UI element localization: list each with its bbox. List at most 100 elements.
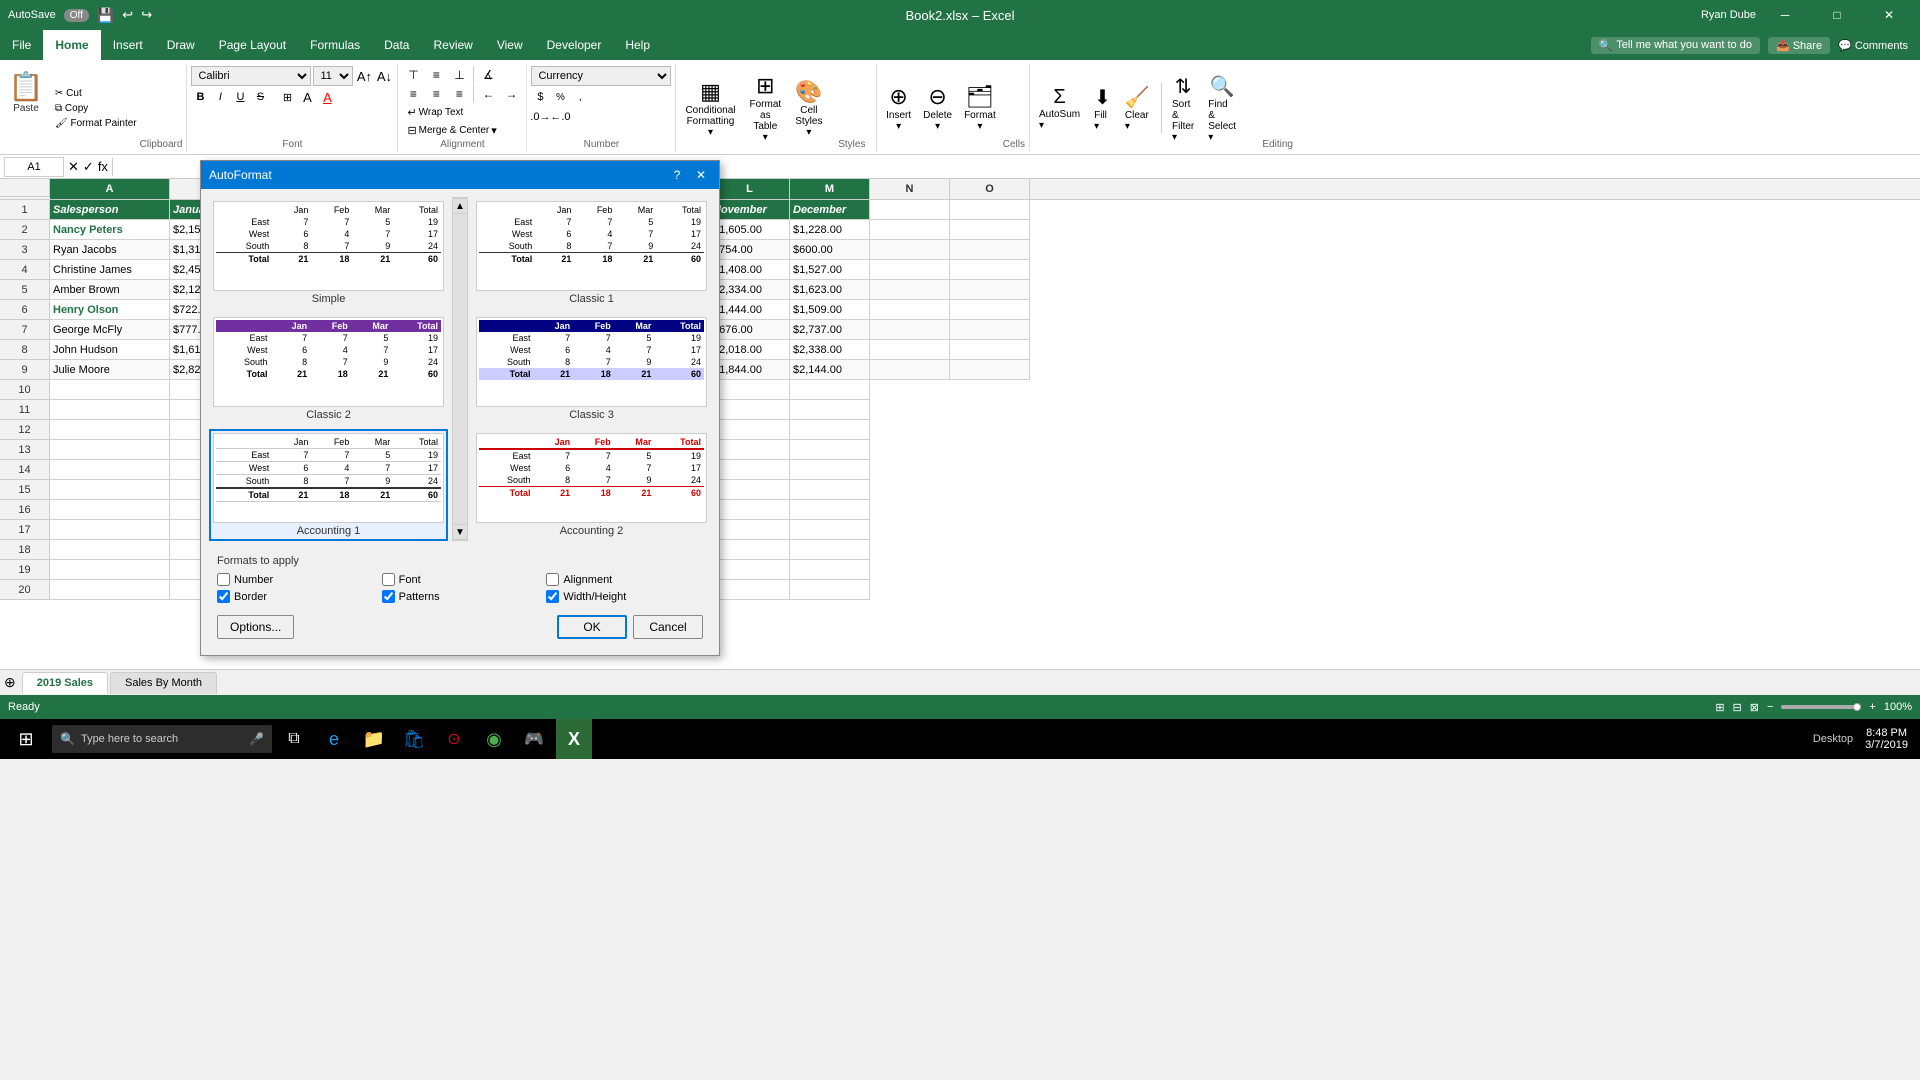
- cell-O4[interactable]: [950, 260, 1030, 280]
- decrease-font-btn[interactable]: A↓: [375, 67, 393, 85]
- normal-view-btn[interactable]: ⊞: [1715, 701, 1724, 714]
- col-header-L[interactable]: L: [710, 179, 790, 199]
- increase-indent-btn[interactable]: →: [500, 85, 522, 103]
- cell-L9[interactable]: $1,844.00: [710, 360, 790, 380]
- minimize-button[interactable]: ─: [1762, 0, 1808, 30]
- autosum-button[interactable]: Σ AutoSum ▾: [1034, 83, 1085, 134]
- format-cell-button[interactable]: 🗂 Format ▾: [959, 81, 1001, 135]
- row-header-5[interactable]: 5: [0, 280, 50, 300]
- format-item-classic1[interactable]: JanFebMarTotal East77519 West64717 South…: [472, 197, 711, 309]
- undo-icon[interactable]: ↩: [122, 7, 133, 23]
- comma-btn[interactable]: ,: [571, 88, 589, 106]
- cell-L1[interactable]: November: [710, 200, 790, 220]
- font-name-select[interactable]: Calibri: [191, 66, 311, 86]
- cell-L8[interactable]: $2,018.00: [710, 340, 790, 360]
- cell-M1[interactable]: December: [790, 200, 870, 220]
- cell-reference-box[interactable]: [4, 157, 64, 177]
- ok-button[interactable]: OK: [557, 615, 627, 639]
- cell-N9[interactable]: [870, 360, 950, 380]
- italic-button[interactable]: I: [211, 88, 229, 106]
- row-header-11[interactable]: 11: [0, 400, 50, 420]
- tab-formulas[interactable]: Formulas: [298, 30, 372, 60]
- cell-O6[interactable]: [950, 300, 1030, 320]
- zoom-out-btn[interactable]: −: [1767, 701, 1773, 713]
- col-header-M[interactable]: M: [790, 179, 870, 199]
- format-painter-button[interactable]: 🖌 Format Painter: [52, 117, 140, 130]
- row-header-10[interactable]: 10: [0, 380, 50, 400]
- tab-draw[interactable]: Draw: [155, 30, 207, 60]
- sheet-tab-sales-by-month[interactable]: Sales By Month: [110, 672, 217, 694]
- format-item-classic2[interactable]: JanFebMarTotal East77519 West64717 South…: [209, 313, 448, 425]
- taskbar-opera-btn[interactable]: ⊙: [436, 719, 472, 759]
- cell-N2[interactable]: [870, 220, 950, 240]
- task-view-btn[interactable]: ⧉: [276, 719, 312, 759]
- align-bottom-btn[interactable]: ⊥: [448, 66, 470, 84]
- alignment-checkbox[interactable]: [546, 573, 559, 586]
- cell-O3[interactable]: [950, 240, 1030, 260]
- maximize-button[interactable]: □: [1814, 0, 1860, 30]
- cell-O7[interactable]: [950, 320, 1030, 340]
- row-header-14[interactable]: 14: [0, 460, 50, 480]
- row-header-9[interactable]: 9: [0, 360, 50, 380]
- col-header-O[interactable]: O: [950, 179, 1030, 199]
- patterns-checkbox-item[interactable]: Patterns: [382, 590, 539, 603]
- row-header-1[interactable]: 1: [0, 200, 50, 220]
- close-button[interactable]: ✕: [1866, 0, 1912, 30]
- cell-A4[interactable]: Christine James: [50, 260, 170, 280]
- fill-button[interactable]: ⬇ Fill ▾: [1089, 82, 1116, 135]
- search-box[interactable]: 🔍 Tell me what you want to do: [1591, 37, 1760, 54]
- page-break-view-btn[interactable]: ⊠: [1750, 701, 1759, 714]
- cell-O2[interactable]: [950, 220, 1030, 240]
- format-table-button[interactable]: ⊞ Format asTable ▾: [744, 70, 786, 146]
- cell-A7[interactable]: George McFly: [50, 320, 170, 340]
- cell-O8[interactable]: [950, 340, 1030, 360]
- cell-N7[interactable]: [870, 320, 950, 340]
- cell-A5[interactable]: Amber Brown: [50, 280, 170, 300]
- page-layout-view-btn[interactable]: ⊟: [1733, 701, 1742, 714]
- row-header-16[interactable]: 16: [0, 500, 50, 520]
- clear-button[interactable]: 🧹 Clear ▾: [1120, 82, 1155, 135]
- strikethrough-button[interactable]: S: [251, 88, 269, 106]
- format-item-classic3[interactable]: JanFebMarTotal East77519 West64717 South…: [472, 313, 711, 425]
- font-size-select[interactable]: 11: [313, 66, 353, 86]
- row-header-17[interactable]: 17: [0, 520, 50, 540]
- start-button[interactable]: ⊞: [4, 719, 48, 759]
- row-header-7[interactable]: 7: [0, 320, 50, 340]
- row-header-19[interactable]: 19: [0, 560, 50, 580]
- row-header-2[interactable]: 2: [0, 220, 50, 240]
- taskbar-clock[interactable]: 8:48 PM 3/7/2019: [1857, 727, 1916, 751]
- sheet-tab-2019-sales[interactable]: 2019 Sales: [22, 672, 108, 694]
- cell-O9[interactable]: [950, 360, 1030, 380]
- cell-N3[interactable]: [870, 240, 950, 260]
- zoom-in-btn[interactable]: +: [1869, 701, 1875, 713]
- options-button[interactable]: Options...: [217, 615, 294, 639]
- cell-L4[interactable]: $1,408.00: [710, 260, 790, 280]
- cell-A1[interactable]: Salesperson: [50, 200, 170, 220]
- cell-O1[interactable]: [950, 200, 1030, 220]
- cell-M8[interactable]: $2,338.00: [790, 340, 870, 360]
- microphone-icon[interactable]: 🎤: [249, 732, 264, 746]
- font-color-button[interactable]: A: [318, 88, 336, 106]
- cell-L3[interactable]: $754.00: [710, 240, 790, 260]
- cell-M7[interactable]: $2,737.00: [790, 320, 870, 340]
- scroll-down-btn[interactable]: ▼: [452, 524, 468, 540]
- col-header-N[interactable]: N: [870, 179, 950, 199]
- cell-A9[interactable]: Julie Moore: [50, 360, 170, 380]
- col-header-A[interactable]: A: [50, 179, 170, 199]
- increase-font-btn[interactable]: A↑: [355, 67, 373, 85]
- patterns-checkbox[interactable]: [382, 590, 395, 603]
- row-header-13[interactable]: 13: [0, 440, 50, 460]
- cell-N5[interactable]: [870, 280, 950, 300]
- row-header-4[interactable]: 4: [0, 260, 50, 280]
- align-left-btn[interactable]: ≡: [402, 85, 424, 103]
- cell-M6[interactable]: $1,509.00: [790, 300, 870, 320]
- number-checkbox-item[interactable]: Number: [217, 573, 374, 586]
- copy-button[interactable]: ⧉ Copy: [52, 102, 140, 115]
- autosave-toggle[interactable]: Off: [64, 9, 89, 22]
- cancel-entry-btn[interactable]: ✕: [68, 159, 79, 175]
- borders-button[interactable]: ⊞: [278, 88, 296, 106]
- add-sheet-button[interactable]: ⊕: [4, 674, 16, 691]
- tab-page-layout[interactable]: Page Layout: [207, 30, 298, 60]
- cell-A10[interactable]: [50, 380, 170, 400]
- comments-button[interactable]: 💬 Comments: [1838, 39, 1908, 52]
